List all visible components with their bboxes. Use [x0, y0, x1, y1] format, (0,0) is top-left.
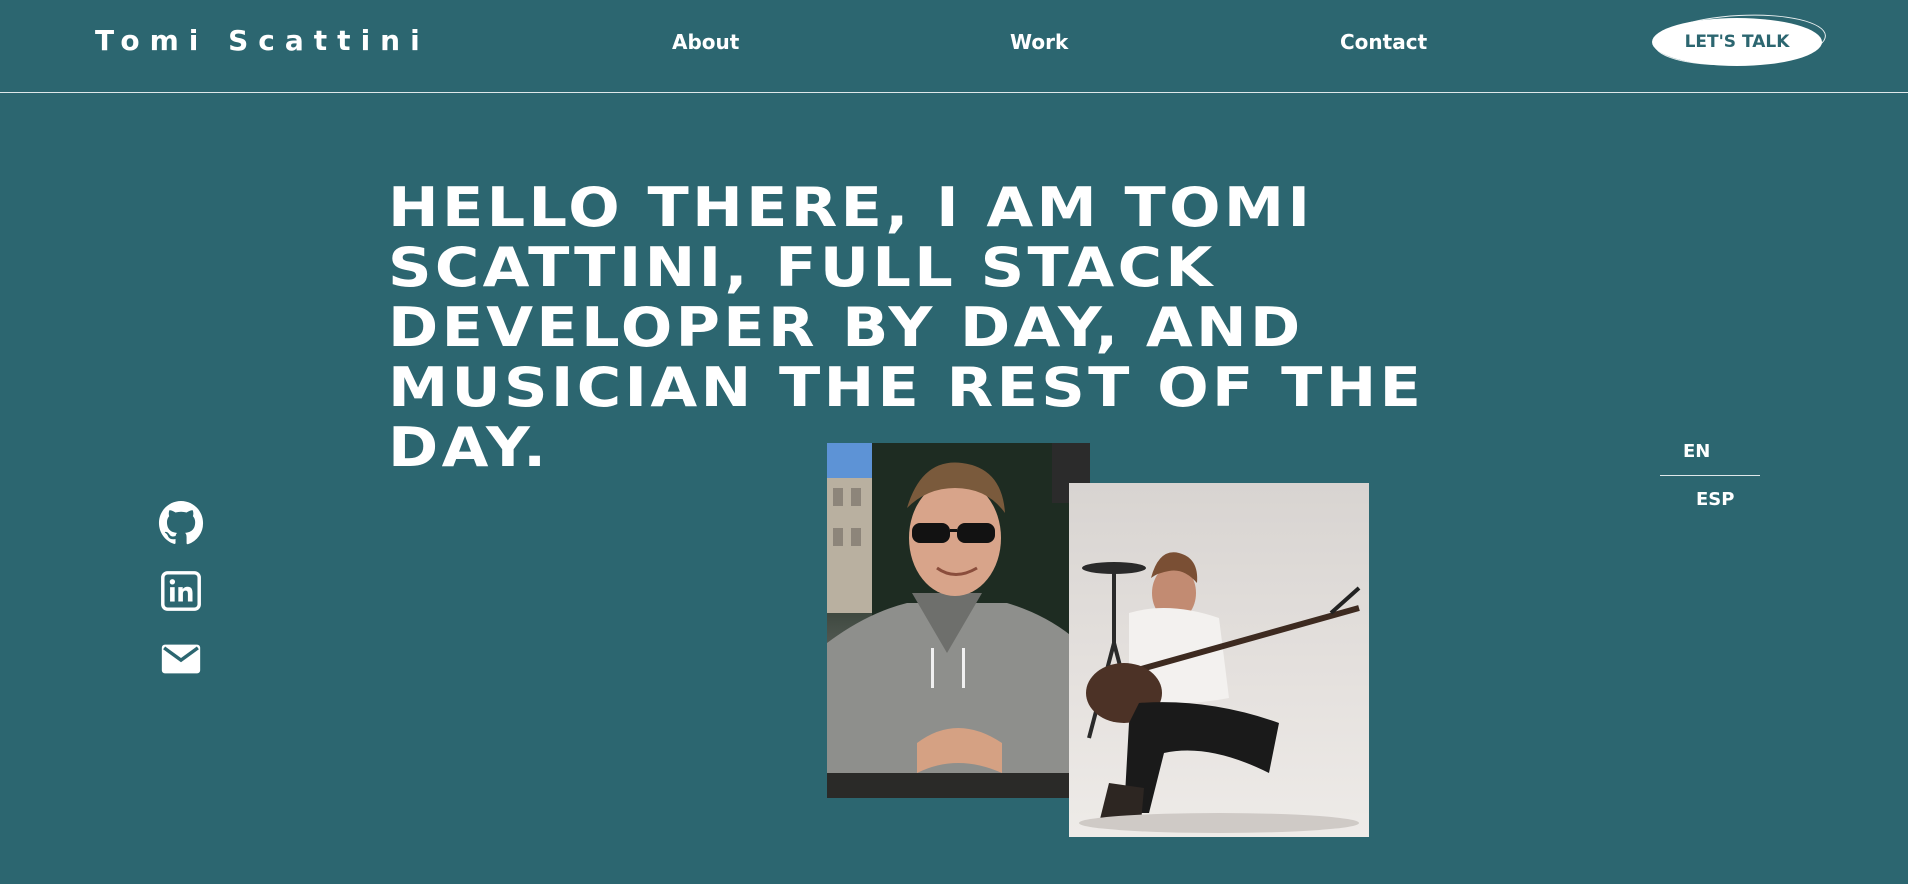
linkedin-icon [161, 571, 201, 611]
email-link[interactable] [158, 636, 204, 682]
github-icon [158, 500, 204, 545]
github-link[interactable] [158, 500, 204, 546]
nav-work-link[interactable]: Work [1010, 30, 1068, 54]
hero-headline: HELLO THERE, I AM TOMI SCATTINI, FULL ST… [388, 176, 1425, 479]
bass-player-photo [1069, 483, 1369, 837]
language-option-en[interactable]: EN [1683, 441, 1710, 462]
brand-logo[interactable]: Tomi Scattini [95, 24, 430, 57]
linkedin-link[interactable] [158, 568, 204, 614]
language-option-esp[interactable]: ESP [1696, 489, 1734, 510]
nav-about-link[interactable]: About [672, 30, 739, 54]
language-divider [1660, 475, 1760, 476]
site-header: Tomi Scattini About Work Contact LET'S T… [0, 0, 1908, 93]
email-icon [161, 644, 201, 674]
lets-talk-label: LET'S TALK [1684, 32, 1790, 52]
portrait-photo [827, 443, 1090, 798]
lets-talk-button[interactable]: LET'S TALK [1652, 10, 1828, 70]
nav-contact-link[interactable]: Contact [1340, 30, 1427, 54]
